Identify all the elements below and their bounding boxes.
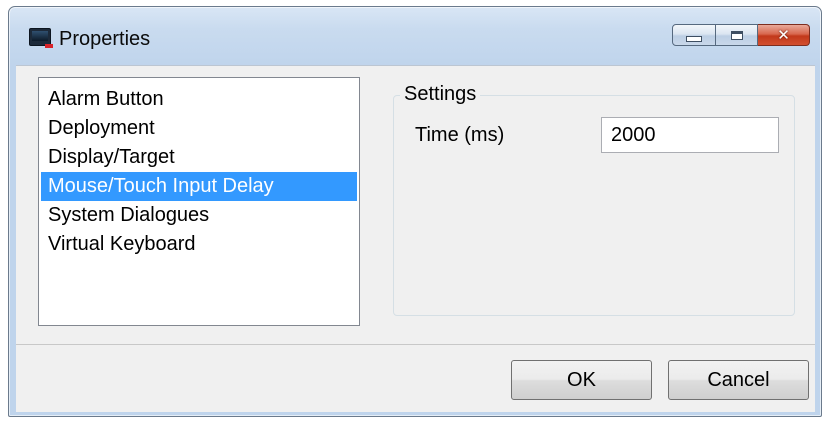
list-item-mouse-touch-input-delay[interactable]: Mouse/Touch Input Delay [41, 172, 357, 201]
dialog-content: Alarm Button Deployment Display/Target M… [16, 65, 815, 344]
time-label: Time (ms) [415, 124, 505, 146]
dialog-footer: OK Cancel [16, 344, 815, 412]
cancel-button[interactable]: Cancel [668, 360, 809, 400]
monitor-app-icon [29, 28, 53, 48]
list-item-system-dialogues[interactable]: System Dialogues [41, 201, 357, 230]
maximize-icon [730, 30, 743, 40]
list-item-display-target[interactable]: Display/Target [41, 143, 357, 172]
time-input[interactable] [601, 117, 779, 153]
title-bar[interactable]: Properties ✕ [9, 7, 821, 65]
ok-button[interactable]: OK [511, 360, 652, 400]
settings-group-label: Settings [400, 82, 481, 106]
settings-group: Settings Time (ms) [393, 82, 795, 316]
list-item-alarm-button[interactable]: Alarm Button [41, 85, 357, 114]
maximize-button[interactable] [716, 24, 758, 46]
list-item-deployment[interactable]: Deployment [41, 114, 357, 143]
list-item-virtual-keyboard[interactable]: Virtual Keyboard [41, 230, 357, 259]
category-list[interactable]: Alarm Button Deployment Display/Target M… [38, 77, 360, 326]
close-icon: ✕ [777, 25, 790, 44]
close-button[interactable]: ✕ [758, 24, 810, 46]
minimize-button[interactable] [672, 24, 716, 46]
minimize-icon [686, 36, 702, 42]
properties-window: Properties ✕ Alarm Button Deployment Dis… [8, 6, 822, 417]
caption-buttons: ✕ [672, 24, 810, 48]
window-title: Properties [59, 28, 151, 50]
